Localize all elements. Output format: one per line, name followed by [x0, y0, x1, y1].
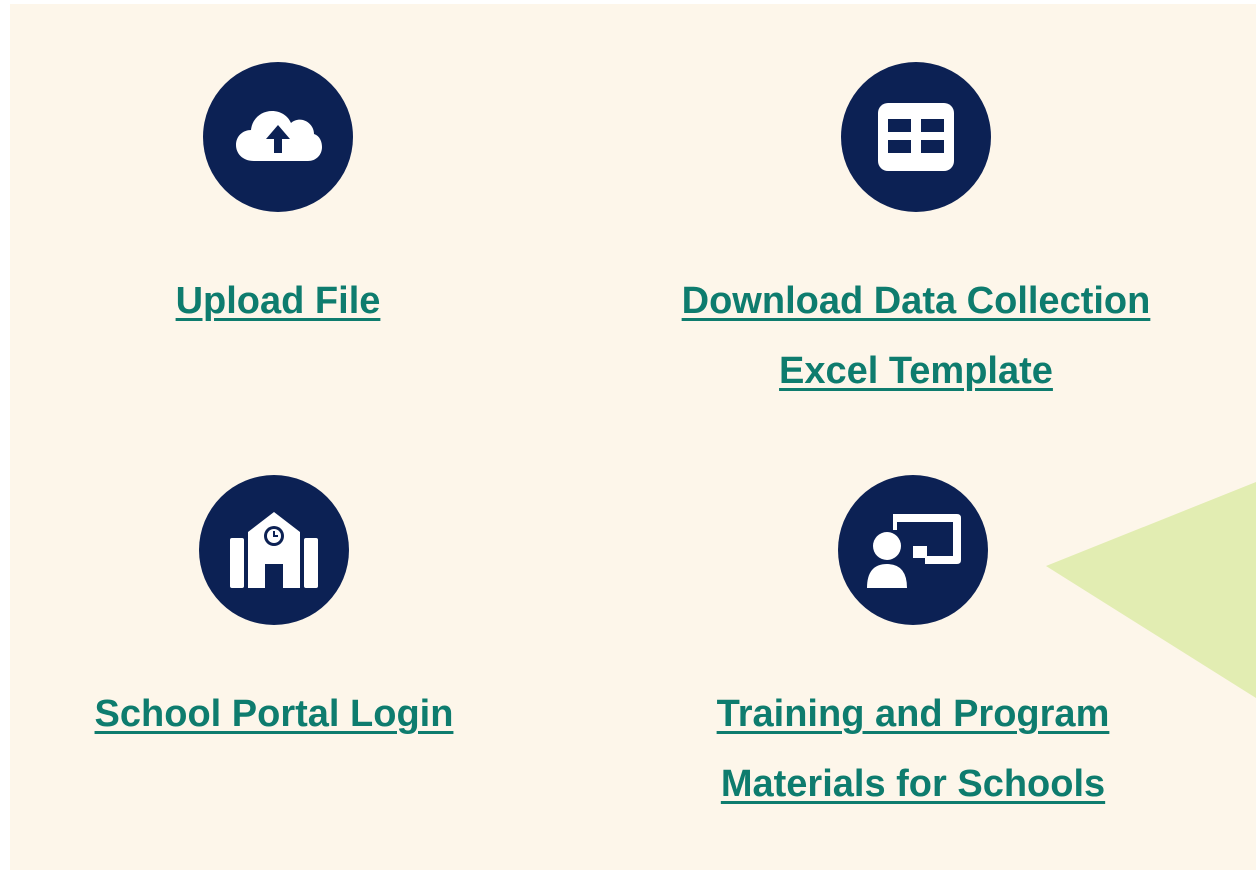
upload-file-tile: Upload File	[128, 62, 428, 336]
presentation-teacher-icon	[867, 514, 961, 588]
portal-login-tile: School Portal Login	[74, 475, 474, 749]
download-template-link-line-2: Excel Template	[779, 350, 1053, 392]
portal-login-icon-button[interactable]	[199, 475, 349, 625]
cloud-upload-icon	[236, 111, 322, 161]
training-materials-icon-button[interactable]	[838, 475, 988, 625]
download-template-icon-button[interactable]	[841, 62, 991, 212]
table-icon	[878, 103, 954, 171]
download-template-link[interactable]: Download Data Collection Excel Template	[682, 266, 1151, 406]
training-materials-link[interactable]: Training and Program Materials for Schoo…	[717, 679, 1110, 819]
upload-file-link[interactable]: Upload File	[176, 266, 381, 336]
training-materials-link-line-2: Materials for Schools	[720, 763, 1106, 805]
school-building-icon	[230, 512, 318, 588]
training-materials-tile: Training and Program Materials for Schoo…	[613, 475, 1213, 819]
upload-file-link-line-1: Upload File	[175, 280, 381, 322]
portal-login-link-line-1: School Portal Login	[94, 693, 454, 735]
upload-file-icon-button[interactable]	[203, 62, 353, 212]
download-template-link-line-1: Download Data Collection	[681, 280, 1151, 322]
training-materials-link-line-1: Training and Program	[716, 693, 1110, 735]
portal-login-link[interactable]: School Portal Login	[95, 679, 454, 749]
resource-links-panel: Upload File Download Data Collection Exc…	[10, 4, 1256, 870]
download-template-tile: Download Data Collection Excel Template	[616, 62, 1216, 406]
